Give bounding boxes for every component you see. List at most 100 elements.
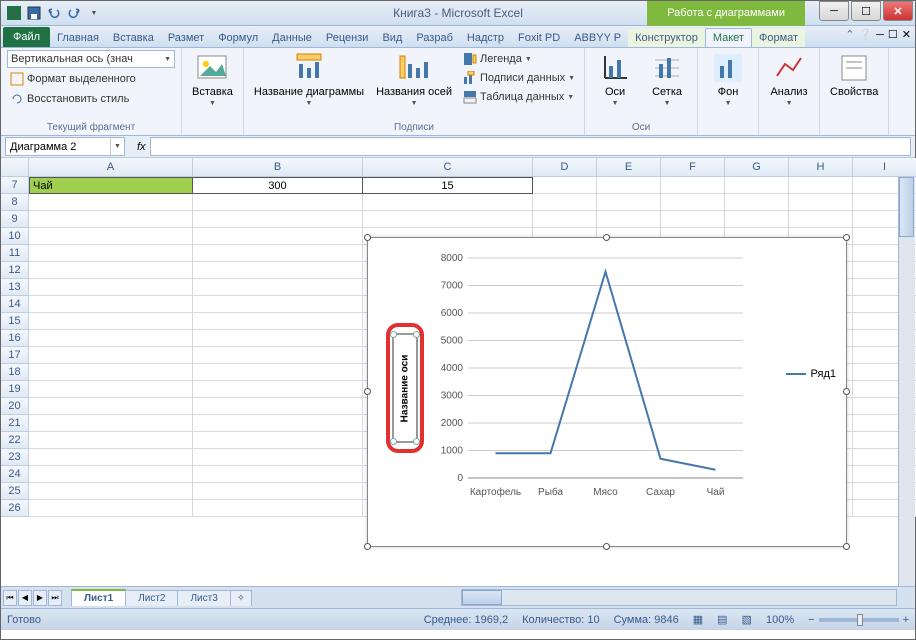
cell-G7[interactable] [725,177,789,194]
cell-B25[interactable] [193,483,363,500]
horizontal-scrollbar[interactable] [461,589,897,606]
legend-button[interactable]: Легенда▼ [460,50,578,68]
cell-B12[interactable] [193,262,363,279]
cell-A10[interactable] [29,228,193,245]
vertical-scrollbar[interactable] [898,177,915,586]
row-header-10[interactable]: 10 [1,228,29,245]
row-header-13[interactable]: 13 [1,279,29,296]
cell-B26[interactable] [193,500,363,517]
row-header-23[interactable]: 23 [1,449,29,466]
help-icon[interactable]: ❔ [858,28,872,41]
cell-A8[interactable] [29,194,193,211]
tab-insert[interactable]: Вставка [106,29,161,47]
sheet-nav-first[interactable]: ⏮ [3,590,17,606]
column-header-D[interactable]: D [533,158,597,177]
tab-chart-format[interactable]: Формат [752,29,805,47]
cell-D9[interactable] [533,211,597,228]
row-header-14[interactable]: 14 [1,296,29,313]
sheet-nav-next[interactable]: ▶ [33,590,47,606]
column-header-F[interactable]: F [661,158,725,177]
row-header-15[interactable]: 15 [1,313,29,330]
chart-handle-n[interactable] [603,234,610,241]
tab-review[interactable]: Рецензи [319,29,376,47]
background-button[interactable]: Фон▼ [704,50,752,109]
undo-icon[interactable] [45,4,63,22]
cell-A18[interactable] [29,364,193,381]
minimize-button[interactable]: ─ [819,1,849,21]
cell-A17[interactable] [29,347,193,364]
column-header-C[interactable]: C [363,158,533,177]
row-header-9[interactable]: 9 [1,211,29,228]
excel-icon[interactable]: X [5,4,23,22]
row-header-24[interactable]: 24 [1,466,29,483]
select-all-corner[interactable] [1,158,29,177]
chart-handle-se[interactable] [843,543,850,550]
cell-B20[interactable] [193,398,363,415]
cell-B17[interactable] [193,347,363,364]
tab-file[interactable]: Файл [3,27,50,47]
maximize-button[interactable]: ☐ [851,1,881,21]
tab-chart-design[interactable]: Конструктор [628,29,705,47]
chart-element-selector[interactable]: Вертикальная ось (знач▼ [7,50,175,68]
zoom-slider[interactable]: −+ [808,614,909,626]
row-header-16[interactable]: 16 [1,330,29,347]
chart-handle-ne[interactable] [843,234,850,241]
close-button[interactable]: ✕ [883,1,913,21]
cell-A14[interactable] [29,296,193,313]
cell-A22[interactable] [29,432,193,449]
cell-B18[interactable] [193,364,363,381]
row-header-8[interactable]: 8 [1,194,29,211]
chart-handle-s[interactable] [603,543,610,550]
row-header-20[interactable]: 20 [1,398,29,415]
redo-icon[interactable] [65,4,83,22]
row-header-26[interactable]: 26 [1,500,29,517]
cell-E9[interactable] [597,211,661,228]
format-selection-button[interactable]: Формат выделенного [7,70,139,88]
chart-legend[interactable]: Ряд1 [786,368,836,380]
row-header-11[interactable]: 11 [1,245,29,262]
chart-handle-e[interactable] [843,388,850,395]
tab-view[interactable]: Вид [375,29,409,47]
cell-C8[interactable] [363,194,533,211]
tab-addins[interactable]: Надстр [460,29,511,47]
cell-B16[interactable] [193,330,363,347]
horizontal-scroll-thumb[interactable] [462,590,502,605]
tab-chart-layout[interactable]: Макет [705,28,752,47]
tab-abbyy[interactable]: ABBYY P [567,29,628,47]
properties-button[interactable]: Свойства [826,50,882,100]
tab-foxit[interactable]: Foxit PD [511,29,567,47]
cell-F8[interactable] [661,194,725,211]
tab-home[interactable]: Главная [50,29,106,47]
chart-plot-area[interactable]: 010002000300040005000600070008000Картофе… [428,253,748,503]
name-box-dropdown-icon[interactable]: ▼ [110,138,124,155]
cell-A15[interactable] [29,313,193,330]
tab-formulas[interactable]: Формул [211,29,265,47]
doc-minimize-icon[interactable]: ─ [876,29,884,41]
cell-A20[interactable] [29,398,193,415]
gridlines-button[interactable]: Сетка▼ [643,50,691,109]
data-labels-button[interactable]: Подписи данных▼ [460,69,578,87]
cell-B9[interactable] [193,211,363,228]
column-header-E[interactable]: E [597,158,661,177]
cell-G9[interactable] [725,211,789,228]
axes-button[interactable]: Оси▼ [591,50,639,109]
row-header-17[interactable]: 17 [1,347,29,364]
zoom-out-icon[interactable]: − [808,614,814,626]
cell-A23[interactable] [29,449,193,466]
vertical-axis-title[interactable]: Название оси [392,333,418,443]
cell-E7[interactable] [597,177,661,194]
chart-handle-nw[interactable] [364,234,371,241]
cell-H9[interactable] [789,211,853,228]
doc-close-icon[interactable]: ✕ [902,28,911,41]
row-header-18[interactable]: 18 [1,364,29,381]
cell-D8[interactable] [533,194,597,211]
data-table-button[interactable]: Таблица данных▼ [460,88,578,106]
cell-B11[interactable] [193,245,363,262]
sheet-nav-last[interactable]: ⏭ [48,590,62,606]
cell-B15[interactable] [193,313,363,330]
qat-customize-icon[interactable]: ▼ [85,4,103,22]
vertical-scroll-thumb[interactable] [899,177,914,237]
cell-C9[interactable] [363,211,533,228]
minimize-ribbon-icon[interactable]: ⌃ [845,28,854,41]
cell-A24[interactable] [29,466,193,483]
